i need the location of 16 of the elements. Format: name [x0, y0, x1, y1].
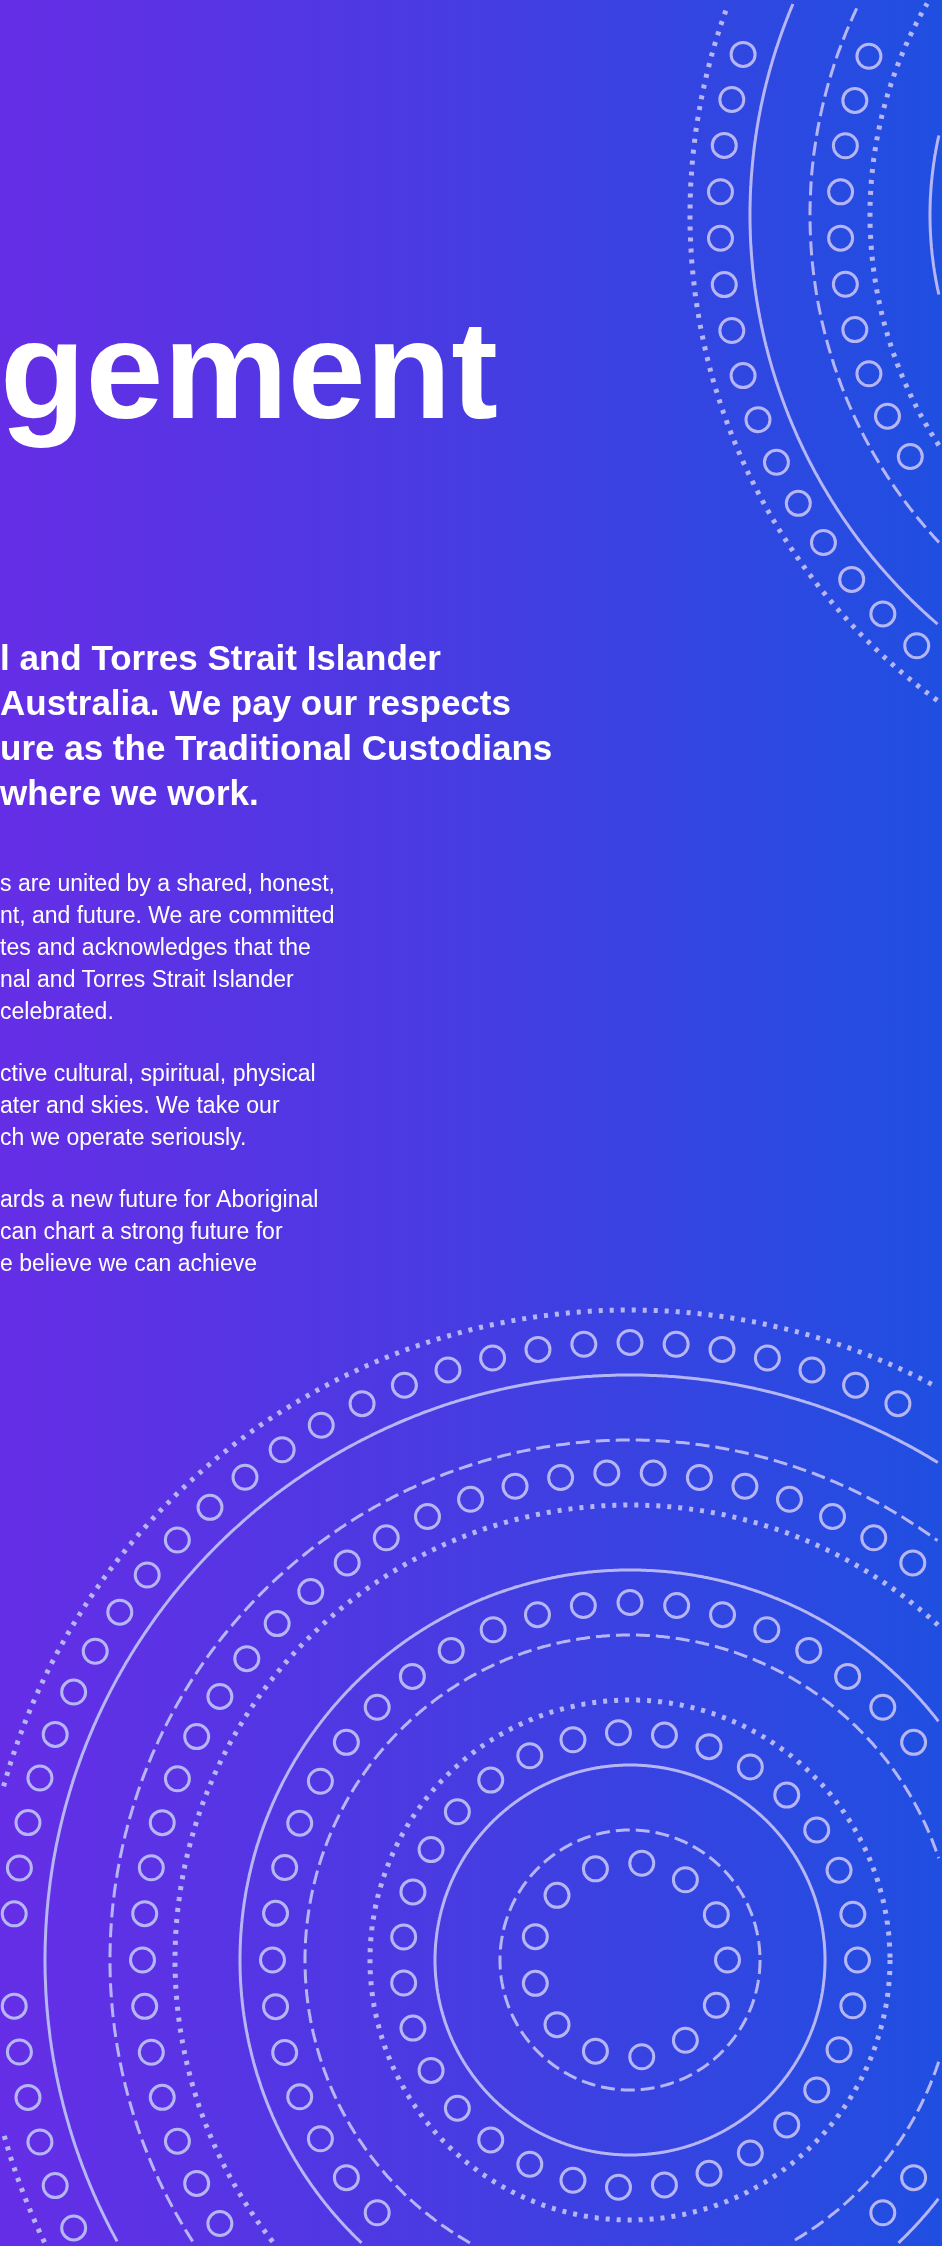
- body-text-line: tes and acknowledges that the: [0, 933, 311, 962]
- body-text-line: ater and skies. We take our: [0, 1091, 280, 1120]
- body-text-line: can chart a strong future for: [0, 1217, 283, 1246]
- heading-line: Australia. We pay our respects: [0, 682, 511, 724]
- body-text-line: s are united by a shared, honest,: [0, 869, 335, 898]
- body-text-line: ards a new future for Aboriginal: [0, 1185, 319, 1214]
- body-text-line: ctive cultural, spiritual, physical: [0, 1059, 316, 1088]
- body-text-line: nal and Torres Strait Islander: [0, 965, 294, 994]
- body-text-line: celebrated.: [0, 997, 114, 1026]
- body-text-line: nt, and future. We are committed: [0, 901, 335, 930]
- heading-line: l and Torres Strait Islander: [0, 637, 441, 679]
- body-text-line: ch we operate seriously.: [0, 1123, 247, 1152]
- heading-line: where we work.: [0, 772, 259, 814]
- page-title: gement: [0, 290, 499, 450]
- body-text-line: e believe we can achieve: [0, 1249, 257, 1278]
- heading-line: ure as the Traditional Custodians: [0, 727, 553, 769]
